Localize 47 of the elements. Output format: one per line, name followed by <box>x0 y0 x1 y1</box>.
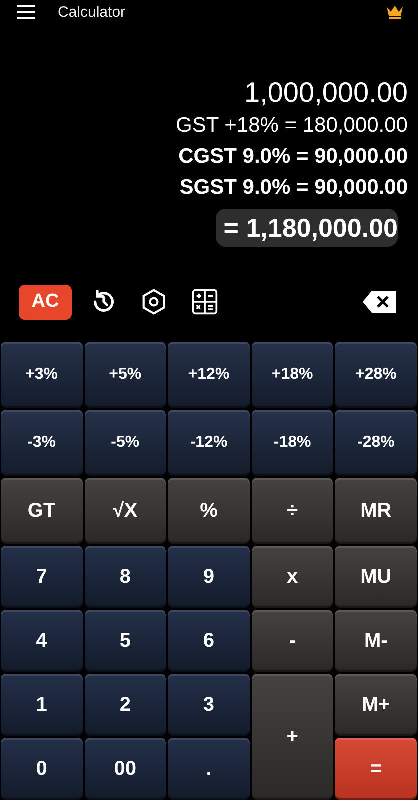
key-button[interactable]: M+ <box>335 674 417 736</box>
key-button[interactable]: . <box>168 738 250 800</box>
settings-icon[interactable] <box>140 288 168 316</box>
key-button[interactable]: MU <box>335 546 417 608</box>
key-button[interactable]: -18% <box>252 410 334 476</box>
key-button[interactable]: 1 <box>1 674 83 736</box>
key-button[interactable]: 5 <box>84 610 166 672</box>
key-button[interactable]: 3 <box>168 674 250 736</box>
result-value: = 1,180,000.00 <box>216 209 398 247</box>
key-button[interactable]: + <box>252 674 334 800</box>
key-button[interactable]: M- <box>335 610 417 672</box>
key-button[interactable]: -5% <box>84 410 166 476</box>
input-value: 1,000,000.00 <box>244 76 408 110</box>
tax-line: GST +18% = 180,000.00 <box>176 113 408 139</box>
key-button[interactable]: = <box>335 738 417 800</box>
app-title: Calculator <box>58 4 127 20</box>
key-button[interactable]: 8 <box>84 546 166 608</box>
key-button[interactable]: GT <box>1 478 83 544</box>
key-button[interactable]: -28% <box>335 410 417 476</box>
tax-line: CGST 9.0% = 90,000.00 <box>178 144 408 170</box>
menu-icon[interactable] <box>17 5 35 19</box>
calculator-icon[interactable] <box>191 288 219 316</box>
key-button[interactable]: ÷ <box>252 478 334 544</box>
crown-icon[interactable] <box>386 5 404 19</box>
key-button[interactable]: +12% <box>168 342 250 408</box>
key-button[interactable]: 00 <box>84 738 166 800</box>
key-button[interactable]: 0 <box>1 738 83 800</box>
key-button[interactable]: 2 <box>84 674 166 736</box>
key-button[interactable]: -3% <box>1 410 83 476</box>
key-button[interactable]: +5% <box>84 342 166 408</box>
key-button[interactable]: 9 <box>168 546 250 608</box>
key-button[interactable]: +18% <box>252 342 334 408</box>
key-button[interactable]: 6 <box>168 610 250 672</box>
backspace-icon[interactable] <box>362 290 398 314</box>
key-button[interactable]: +3% <box>1 342 83 408</box>
key-button[interactable]: 4 <box>1 610 83 672</box>
key-button[interactable]: x <box>252 546 334 608</box>
key-button[interactable]: % <box>168 478 250 544</box>
key-button[interactable]: +28% <box>335 342 417 408</box>
clear-button[interactable]: AC <box>19 284 72 320</box>
key-button[interactable]: √X <box>84 478 166 544</box>
tax-line: SGST 9.0% = 90,000.00 <box>180 175 408 201</box>
key-button[interactable]: -12% <box>168 410 250 476</box>
key-button[interactable]: - <box>252 610 334 672</box>
history-icon[interactable] <box>91 289 117 315</box>
key-button[interactable]: MR <box>335 478 417 544</box>
key-button[interactable]: 7 <box>1 546 83 608</box>
